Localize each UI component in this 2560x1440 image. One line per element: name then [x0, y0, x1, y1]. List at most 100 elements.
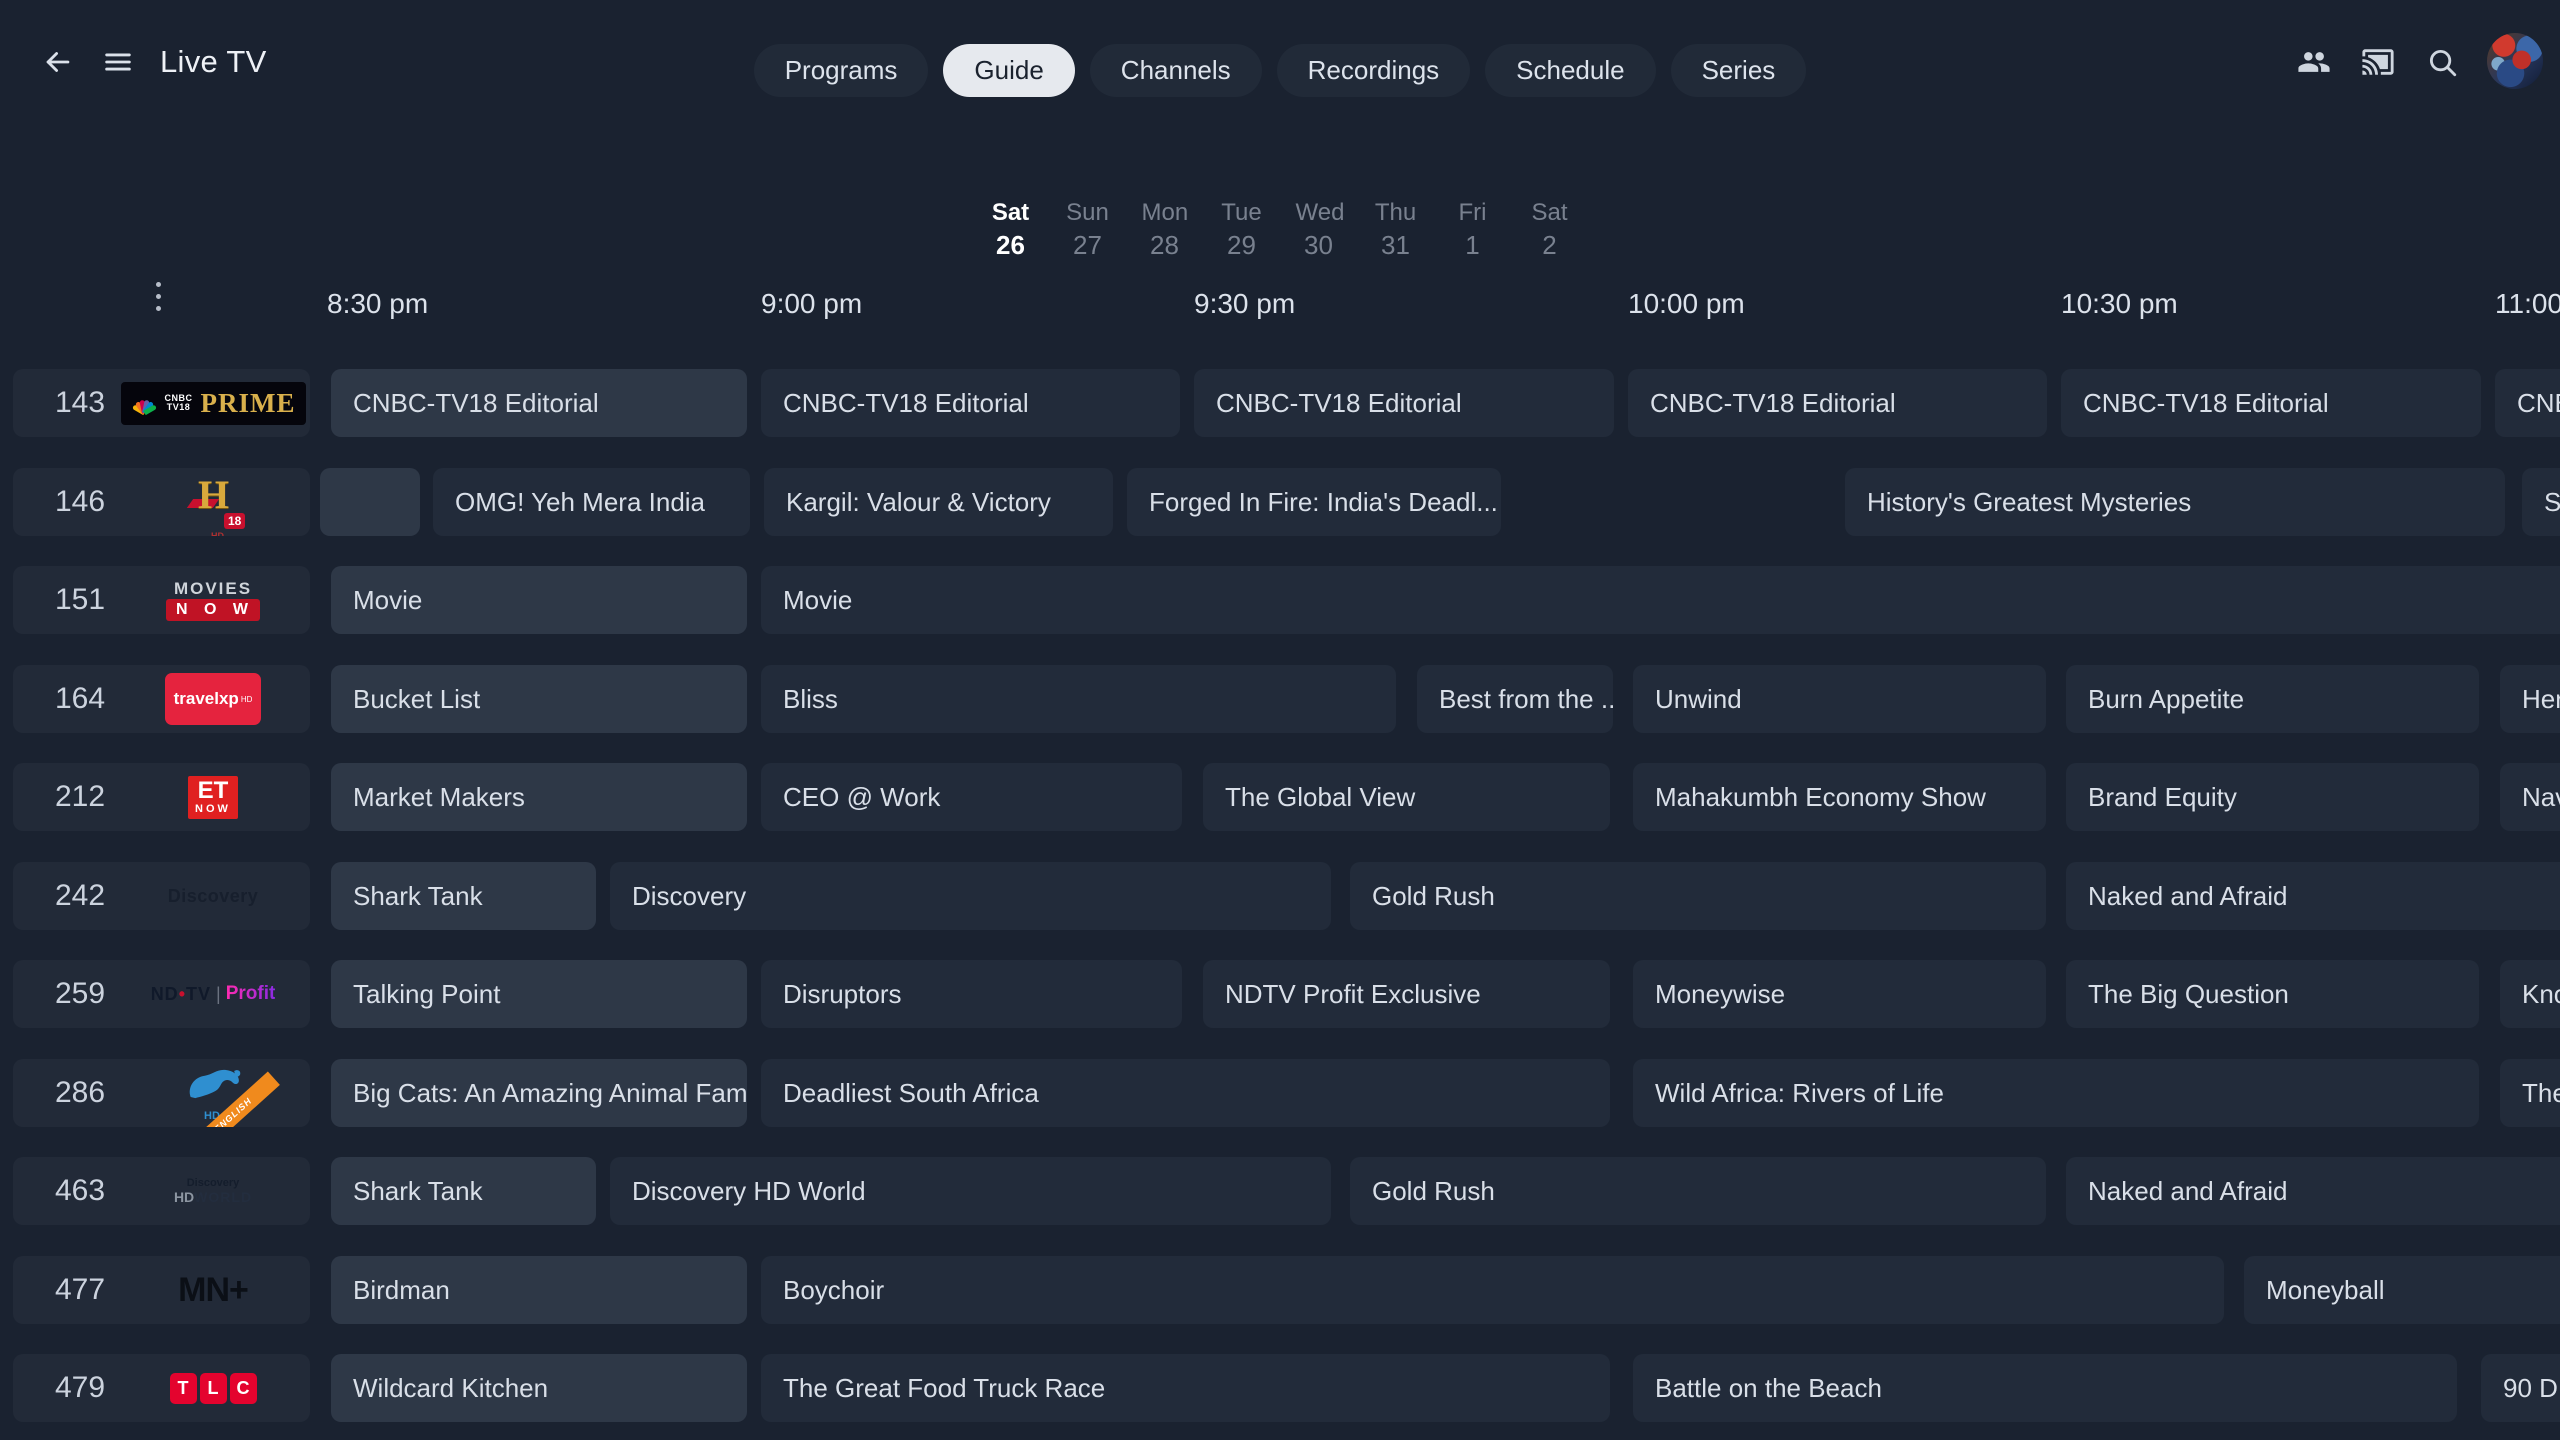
program-block[interactable]: Best from the ...	[1417, 665, 1613, 733]
channel-cell-143[interactable]: 143CNBCTV18PRIME	[13, 369, 310, 437]
program-block[interactable]: Gold Rush	[1350, 862, 2046, 930]
program-block[interactable]: Boychoir	[761, 1256, 2224, 1324]
program-block[interactable]: Naked and Afraid	[2066, 1157, 2560, 1225]
program-title: The	[2500, 1078, 2560, 1109]
program-block[interactable]: Burn Appetite	[2066, 665, 2479, 733]
cnbc-tv18-prime-logo: CNBCTV18PRIME	[138, 369, 288, 437]
program-title: Birdman	[331, 1275, 472, 1306]
channel-cell-477[interactable]: 477MN+	[13, 1256, 310, 1324]
program-block[interactable]: Moneywise	[1633, 960, 2046, 1028]
program-title: Moneywise	[1633, 979, 1807, 1010]
program-title: Unwind	[1633, 684, 1764, 715]
program-title: Moneyball	[2244, 1275, 2407, 1306]
program-block[interactable]: Movie	[331, 566, 747, 634]
program-title: Gold Rush	[1350, 1176, 1517, 1207]
program-block[interactable]: 90 D	[2481, 1354, 2560, 1422]
program-block[interactable]: Shark Tank	[331, 862, 596, 930]
channel-cell-212[interactable]: 212ETNOW	[13, 763, 310, 831]
program-block[interactable]: Shark Tank	[331, 1157, 596, 1225]
program-title: Sto	[2522, 487, 2560, 518]
channel-cell-463[interactable]: 463DiscoveryHDWORLD	[13, 1157, 310, 1225]
program-block[interactable]: CNBC-TV18 Editorial	[2061, 369, 2481, 437]
channel-number: 212	[55, 780, 105, 814]
program-block[interactable]: NDTV Profit Exclusive	[1203, 960, 1610, 1028]
program-title: Shark Tank	[331, 881, 505, 912]
program-title: Navi	[2500, 782, 2560, 813]
program-block[interactable]: Herit	[2500, 665, 2560, 733]
program-block[interactable]: The Global View	[1203, 763, 1610, 831]
program-block[interactable]: Birdman	[331, 1256, 747, 1324]
channel-number: 479	[55, 1371, 105, 1405]
program-title: Bucket List	[331, 684, 502, 715]
program-block[interactable]: Moneyball	[2244, 1256, 2560, 1324]
program-block[interactable]: CEO @ Work	[761, 763, 1182, 831]
program-block[interactable]: Discovery HD World	[610, 1157, 1331, 1225]
channel-cell-479[interactable]: 479 TLC	[13, 1354, 310, 1422]
program-block[interactable]: Gold Rush	[1350, 1157, 2046, 1225]
program-title: Big Cats: An Amazing Animal Family	[331, 1078, 747, 1109]
program-block[interactable]: Unwind	[1633, 665, 2046, 733]
program-block[interactable]: Mahakumbh Economy Show	[1633, 763, 2046, 831]
program-block[interactable]: CNB	[2495, 369, 2560, 437]
program-title: CNBC-TV18 Editorial	[2061, 388, 2351, 419]
program-block[interactable]: CNBC-TV18 Editorial	[331, 369, 747, 437]
program-block[interactable]: Forged In Fire: India's Deadl...	[1127, 468, 1501, 536]
program-title: Gold Rush	[1350, 881, 1517, 912]
channel-cell-259[interactable]: 259ND•TV|Profit	[13, 960, 310, 1028]
channel-cell-286[interactable]: 286HDENGLISH	[13, 1059, 310, 1127]
program-title: Battle on the Beach	[1633, 1373, 1904, 1404]
program-block[interactable]: History's Greatest Mysteries	[1845, 468, 2505, 536]
program-title: Market Makers	[331, 782, 547, 813]
program-block[interactable]: Brand Equity	[2066, 763, 2479, 831]
program-title: CNBC-TV18 Editorial	[761, 388, 1051, 419]
channel-cell-242[interactable]: 242Discovery	[13, 862, 310, 930]
program-title: Discovery HD World	[610, 1176, 888, 1207]
program-block[interactable]: Navi	[2500, 763, 2560, 831]
program-block[interactable]: Wildcard Kitchen	[331, 1354, 747, 1422]
program-title: The Great Food Truck Race	[761, 1373, 1127, 1404]
program-block[interactable]: Bliss	[761, 665, 1396, 733]
program-title: NDTV Profit Exclusive	[1203, 979, 1503, 1010]
program-block[interactable]: Wild Africa: Rivers of Life	[1633, 1059, 2479, 1127]
program-block[interactable]: Bucket List	[331, 665, 747, 733]
program-title: Brand Equity	[2066, 782, 2259, 813]
tlc-logo: TLC	[138, 1354, 288, 1422]
program-title: 90 D	[2481, 1373, 2560, 1404]
program-block[interactable]: CNBC-TV18 Editorial	[1628, 369, 2047, 437]
program-block[interactable]	[320, 468, 420, 536]
channel-cell-151[interactable]: 151MOVIESN O W	[13, 566, 310, 634]
channel-number: 463	[55, 1174, 105, 1208]
program-title: CEO @ Work	[761, 782, 962, 813]
nbc-peacock-icon	[131, 393, 157, 413]
program-block[interactable]: Movie	[761, 566, 2560, 634]
blue-elephant-icon	[182, 1064, 244, 1104]
program-block[interactable]: Sto	[2522, 468, 2560, 536]
program-block[interactable]: The Great Food Truck Race	[761, 1354, 1610, 1422]
program-block[interactable]: The Big Question	[2066, 960, 2479, 1028]
program-title: Forged In Fire: India's Deadl...	[1127, 487, 1501, 518]
program-block[interactable]: Discovery	[610, 862, 1331, 930]
program-block[interactable]: Know	[2500, 960, 2560, 1028]
program-block[interactable]: Big Cats: An Amazing Animal Family	[331, 1059, 747, 1127]
program-block[interactable]: Talking Point	[331, 960, 747, 1028]
program-block[interactable]: Naked and Afraid	[2066, 862, 2560, 930]
program-block[interactable]: The	[2500, 1059, 2560, 1127]
program-title: Naked and Afraid	[2066, 881, 2309, 912]
live-tv-guide-screen: { "header": { "title": "Live TV", "tabs"…	[0, 0, 2560, 1440]
channel-cell-146[interactable]: 146H18HD	[13, 468, 310, 536]
program-block[interactable]: CNBC-TV18 Editorial	[761, 369, 1180, 437]
program-title: Know	[2500, 979, 2560, 1010]
program-block[interactable]: CNBC-TV18 Editorial	[1194, 369, 1614, 437]
channel-number: 259	[55, 977, 105, 1011]
channel-number: 242	[55, 879, 105, 913]
channel-cell-164[interactable]: 164travelxpHD	[13, 665, 310, 733]
program-block[interactable]: Market Makers	[331, 763, 747, 831]
program-block[interactable]: Kargil: Valour & Victory	[764, 468, 1113, 536]
program-title: Movie	[331, 585, 444, 616]
program-title: Wildcard Kitchen	[331, 1373, 570, 1404]
program-block[interactable]: Battle on the Beach	[1633, 1354, 2457, 1422]
program-block[interactable]: Disruptors	[761, 960, 1182, 1028]
program-block[interactable]: OMG! Yeh Mera India	[433, 468, 750, 536]
program-block[interactable]: Deadliest South Africa	[761, 1059, 1610, 1127]
program-title: CNBC-TV18 Editorial	[1628, 388, 1918, 419]
